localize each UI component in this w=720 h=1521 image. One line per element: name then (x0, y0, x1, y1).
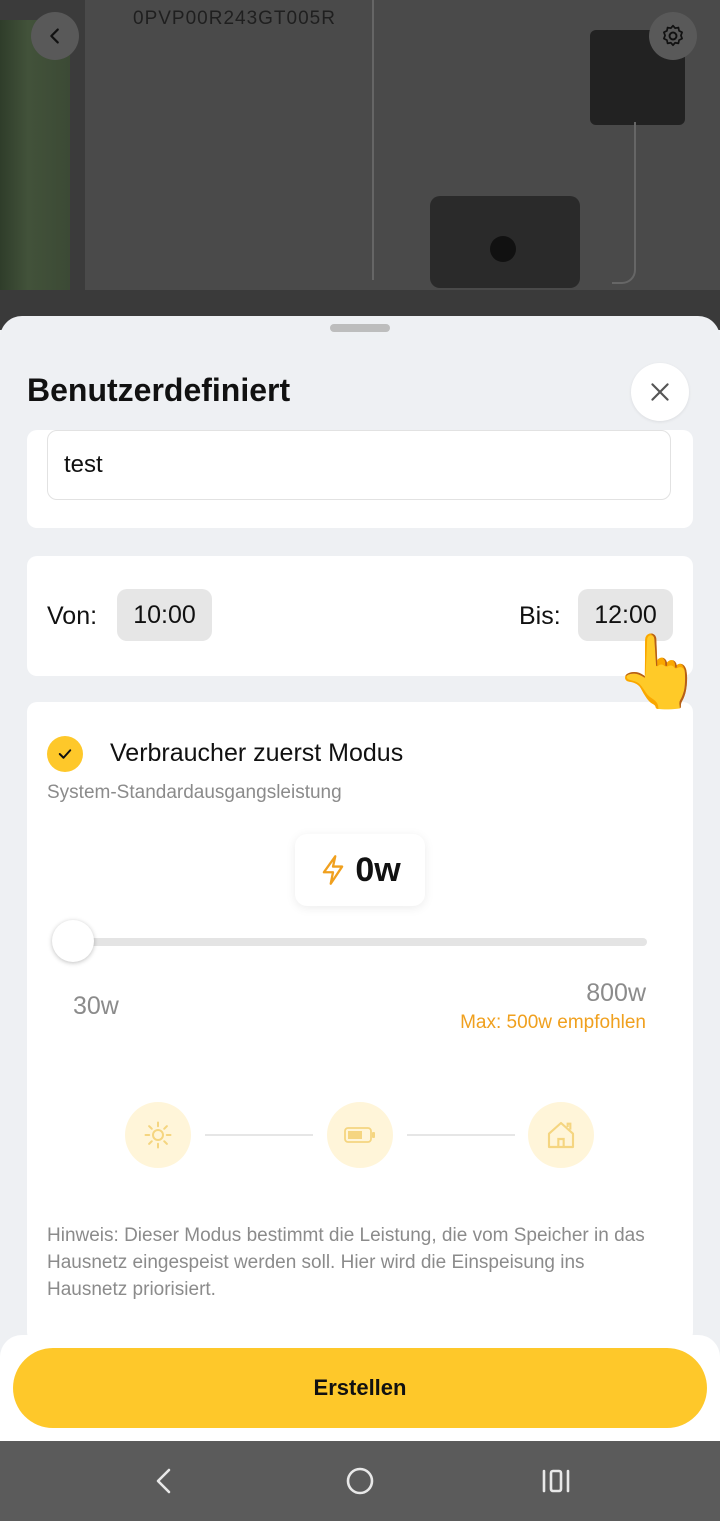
back-button[interactable] (31, 12, 79, 60)
back-nav-icon (156, 1468, 171, 1494)
chevron-left-icon (50, 28, 59, 44)
time-range-card: Von: 10:00 Bis: 12:00 (27, 556, 693, 676)
system-home-button[interactable] (330, 1457, 390, 1505)
from-time-button[interactable]: 10:00 (117, 589, 212, 641)
power-output-display: 0w (295, 834, 425, 906)
close-icon (651, 383, 669, 401)
slider-max-label: 800w (586, 979, 646, 1007)
to-label: Bis: (519, 602, 561, 630)
home-nav-icon (346, 1467, 374, 1495)
settings-button[interactable] (649, 12, 697, 60)
system-recents-button[interactable] (526, 1457, 586, 1505)
device-serial: 0PVP00R243GT005R (133, 8, 336, 29)
checkmark-icon (58, 749, 72, 759)
mode-checkbox[interactable] (47, 736, 83, 772)
system-back-button[interactable] (134, 1457, 194, 1505)
sheet-title: Benutzerdefiniert (27, 372, 291, 408)
footer-bar: Erstellen (0, 1335, 720, 1441)
mode-subtitle: System-Standardausgangsleistung (47, 782, 342, 803)
plants-decoration (0, 20, 70, 300)
home-flow-node (528, 1102, 594, 1168)
sun-icon (144, 1121, 172, 1149)
sun-flow-node (125, 1102, 191, 1168)
power-value: 0w (355, 850, 401, 889)
power-slider-track[interactable] (73, 938, 647, 946)
inverter-cable (612, 122, 636, 284)
gear-icon (663, 24, 683, 47)
battery-icon (344, 1127, 375, 1143)
create-button[interactable]: Erstellen (13, 1348, 707, 1428)
mode-hint-text: Hinweis: Dieser Modus bestimmt die Leist… (47, 1225, 645, 1300)
system-navigation-bar (0, 1441, 720, 1521)
recommended-max-note: Max: 500w empfohlen (460, 1012, 646, 1033)
close-button[interactable] (631, 363, 689, 421)
pointing-hand-icon: 👆 (614, 632, 704, 712)
slider-min-label: 30w (73, 992, 119, 1020)
mode-card: Verbraucher zuerst Modus System-Standard… (27, 702, 693, 1342)
lightning-icon (323, 855, 344, 885)
flow-line-1 (205, 1134, 313, 1136)
flow-line-2 (407, 1134, 515, 1136)
cable (372, 0, 374, 280)
name-card: test (27, 430, 693, 528)
from-label: Von: (47, 602, 98, 630)
name-input[interactable]: test (47, 430, 671, 500)
sheet-drag-handle[interactable] (330, 324, 390, 332)
recents-nav-icon (542, 1469, 570, 1493)
battery-flow-node (327, 1102, 393, 1168)
device-hero-image: 0PVP00R243GT005R (0, 0, 720, 330)
battery-device (430, 196, 580, 288)
power-slider-thumb[interactable] (52, 920, 94, 962)
home-icon (547, 1121, 575, 1149)
mode-label: Verbraucher zuerst Modus (110, 739, 404, 767)
